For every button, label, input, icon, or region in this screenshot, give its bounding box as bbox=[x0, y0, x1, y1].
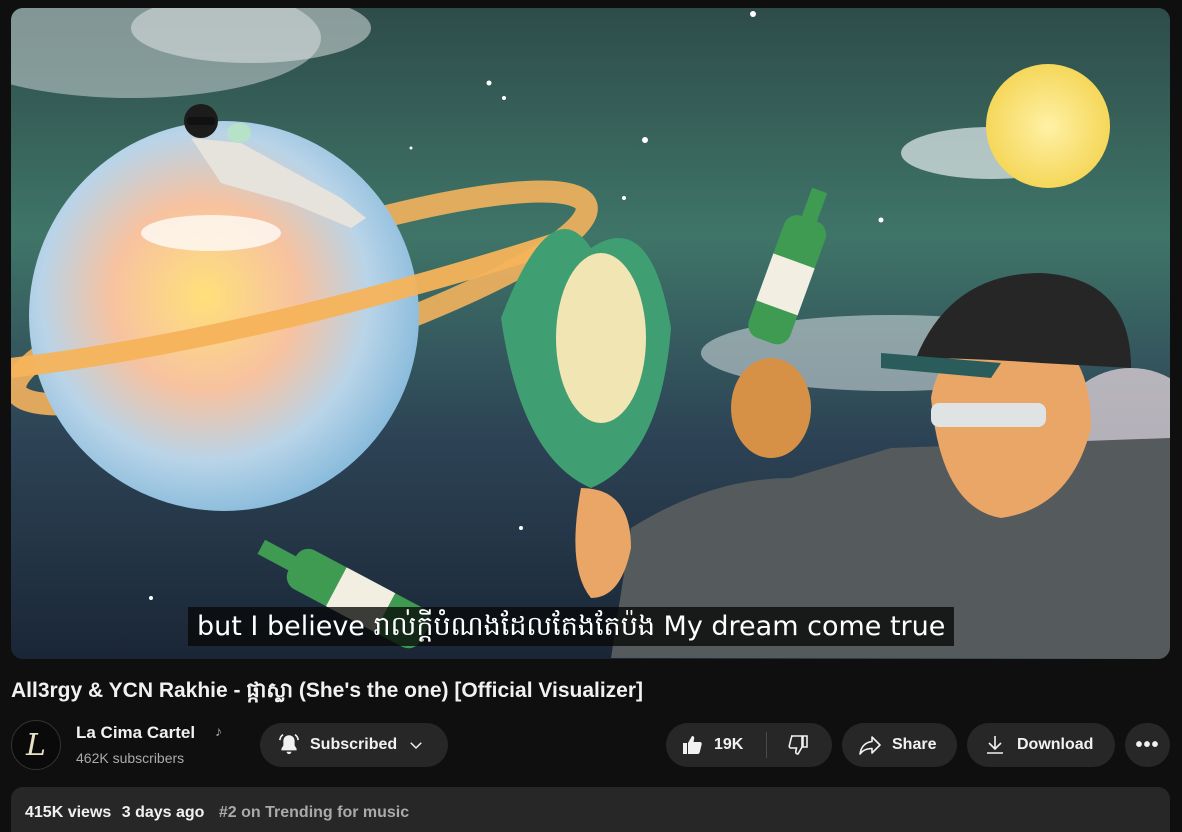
description-box[interactable]: 415K views 3 days ago #2 on Trending for… bbox=[11, 787, 1170, 832]
video-title: All3rgy & YCN Rakhie - ផ្កាស្លា (She's t… bbox=[11, 679, 644, 702]
watch-page: but I believe រាល់ក្តីបំណងដែលតែងតែប៉ង My… bbox=[0, 0, 1182, 832]
like-button[interactable]: 19K bbox=[666, 723, 766, 767]
more-actions-button[interactable]: ••• bbox=[1125, 723, 1170, 767]
share-label: Share bbox=[892, 736, 937, 753]
download-label: Download bbox=[1017, 736, 1094, 753]
share-button[interactable]: Share bbox=[842, 723, 957, 767]
caption-text: but I believe រាល់ក្តីបំណងដែលតែងតែប៉ង My… bbox=[188, 607, 955, 646]
avatar-letter: L bbox=[26, 727, 46, 763]
bell-icon bbox=[278, 734, 300, 755]
music-note-icon: ♪ bbox=[215, 723, 222, 739]
video-player[interactable]: but I believe រាល់ក្តីបំណងដែលតែងតែប៉ង My… bbox=[11, 8, 1170, 659]
dislike-button[interactable] bbox=[767, 723, 831, 767]
thumbs-up-icon bbox=[683, 736, 702, 754]
thumbs-down-icon bbox=[788, 735, 808, 755]
share-icon bbox=[859, 736, 881, 755]
trending-link[interactable]: #2 on Trending for music bbox=[219, 804, 409, 821]
view-count: 415K views bbox=[25, 804, 112, 821]
download-icon bbox=[987, 736, 1003, 754]
subscriber-count: 462K subscribers bbox=[76, 750, 185, 766]
upload-age: 3 days ago bbox=[121, 804, 205, 821]
video-frame-illustration bbox=[11, 8, 1170, 659]
like-dislike-group: 19K bbox=[666, 723, 832, 767]
more-icon: ••• bbox=[1135, 733, 1160, 756]
subscribed-button[interactable]: Subscribed bbox=[260, 723, 448, 767]
download-button[interactable]: Download bbox=[967, 723, 1115, 767]
channel-name-link[interactable]: La Cima Cartel bbox=[76, 723, 195, 743]
like-count: 19K bbox=[714, 736, 744, 753]
subscribed-label: Subscribed bbox=[310, 736, 398, 753]
chevron-down-icon bbox=[410, 742, 422, 750]
channel-avatar[interactable]: L bbox=[11, 720, 61, 770]
